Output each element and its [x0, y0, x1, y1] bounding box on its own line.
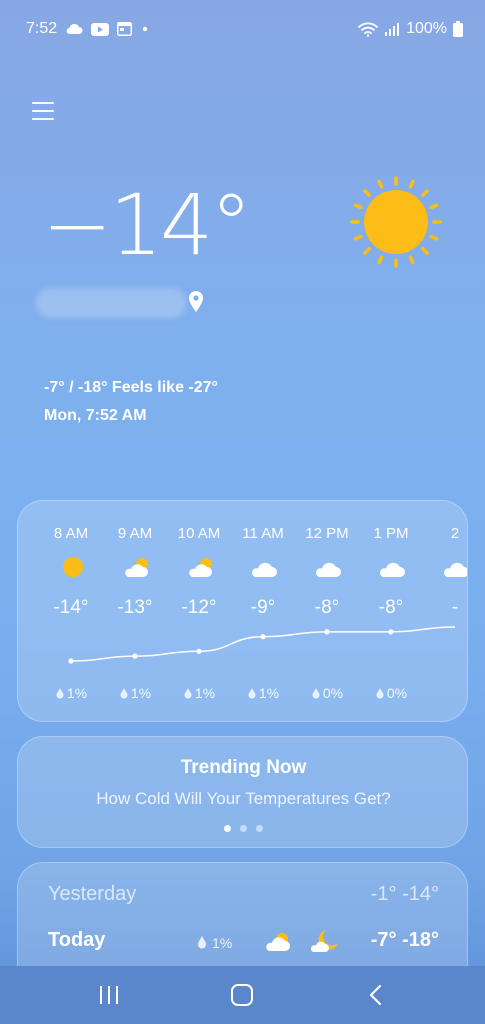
location-name-redacted[interactable]: [36, 288, 186, 318]
calendar-icon: [117, 22, 133, 36]
hour-precip-value: 1%: [258, 685, 280, 701]
wifi-icon: [358, 22, 378, 37]
hour-time: 9 AM: [117, 525, 153, 542]
recent-apps-icon[interactable]: [96, 983, 122, 1007]
signal-icon: [385, 23, 400, 36]
raindrop-icon: [56, 688, 64, 699]
cloud-icon: [315, 562, 341, 577]
hour-temp: -8°: [378, 597, 404, 618]
hour-precip: 0%: [359, 685, 423, 701]
hour-precip-value: 0%: [322, 685, 344, 701]
battery-text: 100%: [406, 20, 447, 37]
trending-title: Trending Now: [180, 757, 307, 778]
dot-icon: [142, 26, 148, 32]
temp-point: [68, 658, 74, 664]
raindrop-icon: [198, 936, 206, 949]
home-icon[interactable]: [229, 983, 255, 1007]
hour-precip: 1%: [39, 685, 103, 701]
raindrop-icon: [312, 688, 320, 699]
partly-cloudy-icon: [189, 558, 212, 577]
partly-cloudy-icon: [266, 933, 290, 951]
hour-time: 11 AM: [242, 525, 284, 542]
cloud-icon: [66, 23, 83, 35]
summary-block: -7° / -18° Feels like -27° Mon, 7:52 AM: [44, 374, 218, 430]
hour-temp: -14°: [53, 597, 89, 618]
hour-precip-value: 1%: [66, 685, 88, 701]
menu-button[interactable]: [32, 100, 56, 122]
trending-card[interactable]: Trending Now How Cold Will Your Temperat…: [17, 736, 468, 848]
date-time: Mon, 7:52 AM: [44, 407, 147, 424]
day-row-yesterday[interactable]: Yesterday -1° -14°: [18, 883, 467, 923]
current-temperature: −14°: [42, 176, 252, 274]
trending-subtitle[interactable]: How Cold Will Your Temperatures Get?: [18, 789, 467, 809]
day-name: Today: [48, 929, 106, 951]
hour-temp: -8°: [314, 597, 340, 618]
sun-icon: [350, 176, 442, 268]
day-name: Yesterday: [48, 883, 137, 905]
pagination-dot[interactable]: [256, 825, 263, 832]
temp-range-feels-like: -7° / -18° Feels like -27°: [44, 379, 218, 396]
back-icon[interactable]: [364, 983, 390, 1007]
day-row-today[interactable]: Today 1% -7° -18°: [18, 929, 467, 969]
hour-time: 8 AM: [53, 525, 89, 542]
navigation-bar: [0, 966, 485, 1024]
raindrop-icon: [248, 688, 256, 699]
hour-temp: -9°: [250, 597, 276, 618]
hour-precip: 1%: [103, 685, 167, 701]
youtube-icon: [91, 22, 110, 36]
hour-precip-value: 1%: [194, 685, 216, 701]
hour-temp: -13°: [117, 597, 153, 618]
temp-point: [196, 648, 202, 654]
raindrop-icon: [184, 688, 192, 699]
hour-temp: -12°: [181, 597, 217, 618]
moon-cloud-icon: [310, 930, 338, 952]
pagination-dots: [18, 825, 467, 832]
hour-precip: 1%: [231, 685, 295, 701]
day-precip: 1%: [212, 935, 233, 951]
raindrop-icon: [376, 688, 384, 699]
hour-precip-value: 1%: [130, 685, 152, 701]
cloud-icon: [444, 562, 467, 577]
day-temps: -1° -14°: [370, 883, 439, 905]
hour-time: 2: [450, 525, 460, 542]
hour-precip-value: 0%: [386, 685, 408, 701]
status-time: 7:52: [26, 20, 58, 37]
hour-temp: -: [451, 597, 459, 618]
cloud-icon: [379, 562, 405, 577]
pagination-dot[interactable]: [240, 825, 247, 832]
location-pin-icon[interactable]: [186, 290, 206, 314]
hour-time: 12 PM: [305, 525, 349, 542]
hour-precip: 1%: [167, 685, 231, 701]
pagination-dot[interactable]: [224, 825, 231, 832]
status-left: 7:52: [26, 20, 150, 38]
sun-icon: [63, 557, 83, 577]
hour-time: 10 AM: [177, 525, 221, 542]
status-bar: 7:52 100%: [0, 0, 485, 58]
hourly-forecast-card[interactable]: 8 AM -14° 1% 9 AM -13° 1% 10 AM -12° 1% 11 AM -9° 1…: [17, 500, 468, 722]
day-temps: -7° -18°: [370, 929, 439, 951]
temp-point: [388, 629, 394, 635]
hour-precip: 0%: [295, 685, 359, 701]
battery-icon: [453, 21, 463, 37]
raindrop-icon: [120, 688, 128, 699]
temp-point: [260, 634, 266, 640]
status-right: 100%: [358, 20, 463, 38]
temp-point: [324, 629, 330, 635]
temp-point: [132, 653, 138, 659]
cloud-icon: [251, 562, 277, 577]
hour-time: 1 PM: [373, 525, 409, 542]
partly-cloudy-icon: [125, 558, 148, 577]
